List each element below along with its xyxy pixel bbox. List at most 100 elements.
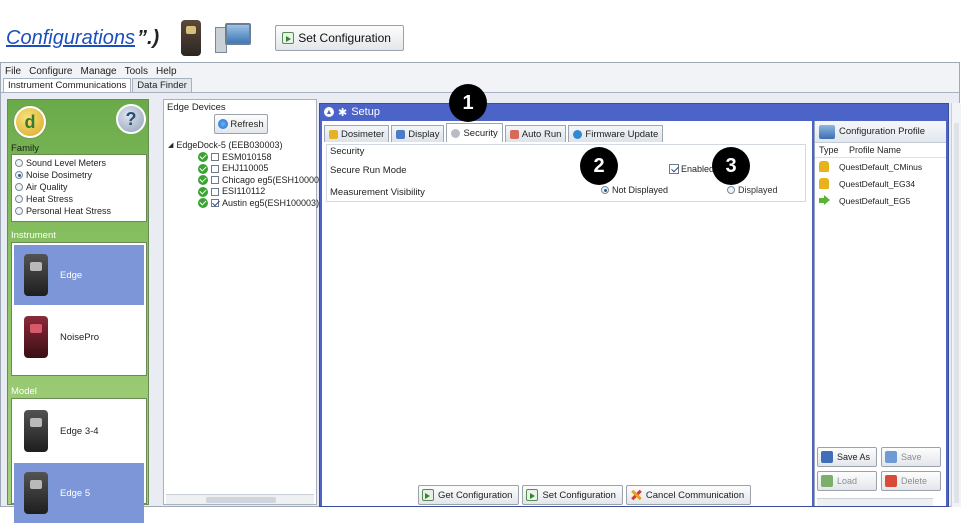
set-config-icon [282, 32, 295, 44]
setup-titlebar: ▲ ✱ Setup [324, 106, 380, 119]
model-tile-edge-3-4[interactable]: Edge 3-4 [14, 401, 144, 461]
instrument-label: Instrument [11, 230, 56, 241]
edge-device-icon [181, 20, 202, 56]
tab-firmware-update[interactable]: Firmware Update [568, 125, 664, 142]
horizontal-scrollbar[interactable] [166, 494, 314, 504]
edge-devices-panel: Edge Devices Refresh ◢ EdgeDock-5 (EEB030… [163, 99, 324, 505]
family-option[interactable]: Heat Stress [15, 193, 143, 205]
cancel-x-icon [630, 489, 642, 501]
delete-x-icon [885, 475, 897, 487]
profile-row[interactable]: QuestDefault_CMinus [815, 158, 946, 175]
edge-device-icon [24, 472, 48, 514]
d-logo-icon[interactable]: d [14, 106, 46, 138]
refresh-button[interactable]: Refresh [214, 114, 268, 134]
measurement-visibility-label: Measurement Visibility [330, 187, 425, 198]
gear-icon: ✱ [338, 106, 348, 119]
model-tile-edge-5[interactable]: Edge 5 [14, 463, 144, 523]
family-label: Family [11, 143, 39, 154]
get-config-icon [422, 489, 434, 501]
instrument-tile-edge[interactable]: Edge [14, 245, 144, 305]
left-panel: d ? Family Sound Level Meters Noise Dosi… [7, 99, 149, 523]
secure-run-mode-label: Secure Run Mode [330, 165, 407, 176]
tab-auto-run[interactable]: Auto Run [504, 125, 567, 142]
security-icon [451, 128, 461, 138]
device-node[interactable]: EHJ110005 [168, 163, 324, 175]
callout-3: 3 [712, 147, 750, 185]
cancel-communication-button[interactable]: Cancel Communication [625, 485, 752, 505]
security-group-title: Security [330, 146, 365, 157]
get-configuration-button[interactable]: Get Configuration [418, 485, 520, 505]
menu-configure[interactable]: Configure [29, 66, 72, 77]
configurations-link[interactable]: Configurations [6, 27, 135, 50]
callout-2: 2 [580, 147, 618, 185]
tab-dosimeter[interactable]: Dosimeter [324, 125, 390, 142]
menu-manage[interactable]: Manage [80, 66, 116, 77]
tab-security[interactable]: Security [446, 123, 503, 142]
lock-icon [819, 161, 829, 172]
device-checkbox [211, 153, 219, 162]
lock-icon [819, 178, 829, 189]
device-node[interactable]: ESM010158 [168, 152, 324, 164]
device-checkbox [211, 176, 219, 185]
computer-icon [215, 21, 253, 55]
tab-data-finder[interactable]: Data Finder [132, 78, 192, 92]
config-profile-columns: Type Profile Name [815, 143, 946, 158]
load-button[interactable]: Load [817, 471, 877, 491]
delete-button[interactable]: Delete [881, 471, 941, 491]
edge-devices-title: Edge Devices [167, 102, 226, 113]
enabled-checkbox[interactable]: Enabled [669, 164, 714, 174]
doc-set-configuration-button: Set Configuration [275, 25, 404, 51]
device-node[interactable]: Austin eg5(ESH100003) [168, 198, 324, 210]
device-node[interactable]: Chicago eg5(ESH100005 [168, 175, 324, 187]
model-list: Edge 3-4 Edge 5 [11, 398, 147, 523]
displayed-radio[interactable]: Displayed [727, 185, 778, 195]
family-option[interactable]: Personal Heat Stress [15, 205, 143, 217]
menu-help[interactable]: Help [156, 66, 177, 77]
device-tree: ◢ EdgeDock-5 (EEB030003) ESM010158 EHJ110… [168, 140, 324, 209]
not-displayed-radio[interactable]: Not Displayed [601, 185, 668, 195]
instrument-tile-noisepro[interactable]: NoisePro [14, 307, 144, 367]
model-label: Model [11, 386, 37, 397]
edge-device-icon [24, 410, 48, 452]
save-as-button[interactable]: Save As [817, 447, 877, 467]
profile-row[interactable]: QuestDefault_EG5 [815, 192, 946, 209]
menu-tools[interactable]: Tools [125, 66, 148, 77]
save-button[interactable]: Save [881, 447, 941, 467]
arrow-right-icon [819, 195, 830, 206]
tab-display[interactable]: Display [391, 125, 445, 142]
tab-instrument-communications[interactable]: Instrument Communications [3, 78, 132, 92]
device-checkbox [211, 187, 219, 196]
instrument-list: Edge NoisePro [11, 242, 147, 376]
doc-caption: Configurations ”.) Set Configuration [6, 20, 404, 56]
save-icon [821, 451, 833, 463]
calendar-icon [509, 129, 519, 139]
noisepro-device-icon [24, 316, 48, 358]
family-option[interactable]: Sound Level Meters [15, 157, 143, 169]
menubar: File Configure Manage Tools Help [1, 63, 959, 79]
config-horizontal-scrollbar[interactable] [817, 498, 933, 506]
connected-check-icon [198, 186, 208, 197]
dock-node[interactable]: ◢ EdgeDock-5 (EEB030003) [168, 140, 324, 152]
dosimeter-icon [329, 129, 338, 139]
device-node[interactable]: ESI110112 [168, 186, 324, 198]
quote-tail: ”.) [136, 26, 160, 49]
set-configuration-button[interactable]: Set Configuration [522, 485, 623, 505]
setup-tabs: Dosimeter Display Security Auto Run Firm… [324, 123, 665, 142]
config-profile-header: Configuration Profile [815, 121, 946, 143]
connected-check-icon [198, 163, 208, 174]
menu-file[interactable]: File [5, 66, 21, 77]
profile-row[interactable]: QuestDefault_EG34 [815, 175, 946, 192]
window-vertical-scrollbar[interactable] [951, 103, 961, 507]
connected-check-icon [198, 175, 208, 186]
setup-window: ▲ ✱ Setup Dosimeter Display Security Aut… [319, 103, 949, 507]
refresh-icon [218, 119, 229, 129]
family-option[interactable]: Air Quality [15, 181, 143, 193]
app-window: File Configure Manage Tools Help Instrum… [0, 62, 961, 523]
edge-device-icon [24, 254, 48, 296]
callout-1: 1 [449, 84, 487, 122]
family-option[interactable]: Noise Dosimetry [15, 169, 143, 181]
connected-check-icon [198, 152, 208, 163]
device-checkbox [211, 164, 219, 173]
collapse-icon[interactable]: ▲ [324, 107, 334, 117]
help-icon[interactable]: ? [116, 104, 146, 134]
